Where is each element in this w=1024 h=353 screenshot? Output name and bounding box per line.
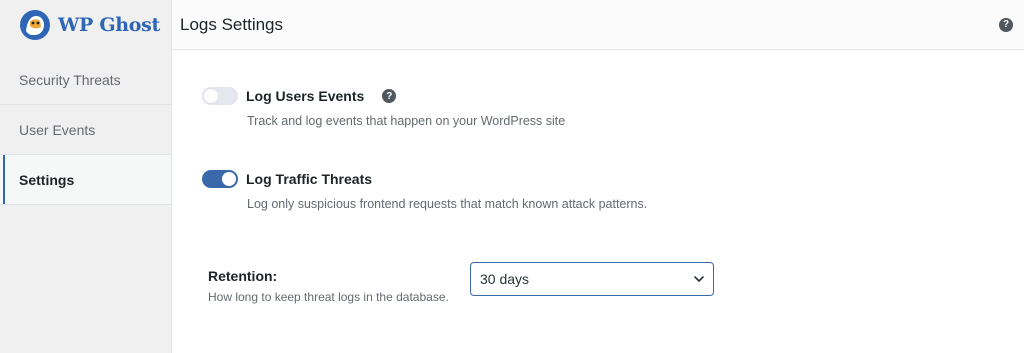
retention-description: How long to keep threat logs in the data… xyxy=(208,290,449,304)
toggle-knob xyxy=(204,89,218,103)
main-panel: Logs Settings ? Log Users Events ? Track… xyxy=(172,0,1024,353)
sidebar-item-security-threats[interactable]: Security Threats xyxy=(0,55,171,105)
setting-log-users-events: Log Users Events ? Track and log events … xyxy=(202,87,565,128)
log-traffic-threats-description: Log only suspicious frontend requests th… xyxy=(247,197,648,211)
brand-name: WP Ghost xyxy=(58,14,161,36)
sidebar-item-settings[interactable]: Settings xyxy=(0,155,171,205)
setting-log-traffic-threats: Log Traffic Threats Log only suspicious … xyxy=(202,170,647,211)
page-header: Logs Settings ? xyxy=(172,0,1024,50)
log-traffic-threats-toggle[interactable] xyxy=(202,170,238,188)
page-title: Logs Settings xyxy=(180,14,284,34)
app-window: WP Ghost Security Threats User Events Se… xyxy=(0,0,1024,353)
sidebar-item-label: User Events xyxy=(19,121,96,138)
brand[interactable]: WP Ghost xyxy=(0,0,171,50)
toggle-knob xyxy=(222,172,236,186)
question-circle-icon[interactable]: ? xyxy=(999,17,1013,32)
log-traffic-threats-label: Log Traffic Threats xyxy=(246,171,373,187)
retention-select-value: 30 days xyxy=(480,271,530,287)
sidebar-item-label: Security Threats xyxy=(19,71,121,88)
setting-retention: Retention: How long to keep threat logs … xyxy=(208,262,714,304)
retention-label: Retention: xyxy=(208,268,278,284)
sidebar-nav: Security Threats User Events Settings xyxy=(0,55,171,205)
retention-select[interactable]: 30 days xyxy=(470,262,714,296)
ghost-logo-icon xyxy=(18,8,52,42)
question-circle-icon[interactable]: ? xyxy=(382,89,397,103)
sidebar: WP Ghost Security Threats User Events Se… xyxy=(0,0,172,353)
log-users-events-label: Log Users Events xyxy=(246,88,365,104)
sidebar-item-label: Settings xyxy=(19,171,75,188)
chevron-down-icon xyxy=(693,273,705,285)
log-users-events-description: Track and log events that happen on your… xyxy=(247,114,566,128)
retention-text: Retention: How long to keep threat logs … xyxy=(208,268,462,304)
sidebar-item-user-events[interactable]: User Events xyxy=(0,105,171,155)
log-users-events-toggle[interactable] xyxy=(202,87,238,105)
